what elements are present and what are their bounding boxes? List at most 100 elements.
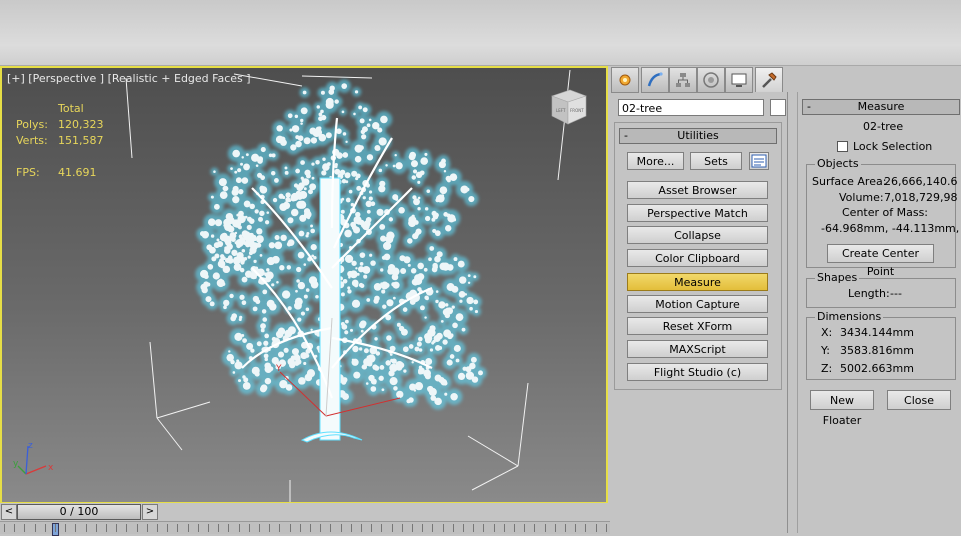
tree-model[interactable]: [195, 79, 487, 443]
surface-area-label: Surface Area:: [812, 175, 887, 188]
dimension-x-label: X:: [821, 326, 833, 339]
track-bar-tick: [443, 524, 444, 532]
utility-button-asset-browser[interactable]: Asset Browser: [627, 181, 768, 199]
track-bar-tick: [330, 524, 331, 532]
command-panel-tabs: [611, 66, 791, 93]
viewcube-icon[interactable]: LEFT FRONT: [548, 84, 588, 126]
track-bar-tick: [269, 524, 270, 532]
length-value: ---: [890, 287, 902, 300]
track-bar-tick: [473, 524, 474, 532]
track-bar-tick: [218, 524, 219, 532]
track-bar-tick: [310, 524, 311, 532]
sets-button[interactable]: Sets: [690, 152, 742, 170]
utilities-rollout-header[interactable]: - Utilities: [619, 128, 777, 144]
dimension-y-value: 3583.816mm: [840, 344, 914, 357]
utility-button-collapse[interactable]: Collapse: [627, 226, 768, 244]
create-center-point-button[interactable]: Create Center Point: [827, 244, 934, 278]
utility-button-perspective-match[interactable]: Perspective Match: [627, 204, 768, 222]
track-bar-tick: [585, 524, 586, 532]
new-floater-button[interactable]: New Floater: [810, 390, 874, 427]
configure-sets-icon: [751, 154, 767, 168]
stats-header: Total: [58, 102, 84, 115]
modify-icon: [647, 72, 663, 87]
panel-divider: [787, 92, 788, 533]
utility-button-flight-studio-c[interactable]: Flight Studio (c): [627, 363, 768, 381]
fps-label: FPS:: [16, 166, 40, 179]
measure-title: Measure: [857, 100, 905, 113]
center-of-mass-value: -64.968mm, -44.113mm,: [821, 222, 960, 235]
configure-button-sets[interactable]: [749, 152, 769, 170]
utilities-title: Utilities: [677, 129, 719, 142]
motion-icon: [703, 72, 719, 88]
close-button[interactable]: Close: [887, 390, 951, 410]
hierarchy-tab[interactable]: [669, 67, 697, 93]
utility-button-maxscript[interactable]: MAXScript: [627, 340, 768, 358]
main-toolbar-area: [0, 0, 961, 66]
utilities-collapse-toggle[interactable]: -: [624, 129, 628, 143]
viewport-label-menu[interactable]: [+] [Perspective ] [Realistic + Edged Fa…: [7, 72, 251, 85]
track-bar-tick: [341, 524, 342, 532]
track-bar-tick: [126, 524, 127, 532]
track-bar-tick: [14, 524, 15, 532]
measure-rollout-header[interactable]: - Measure: [802, 99, 960, 115]
track-bar-tick: [290, 524, 291, 532]
axis-tripod-icon: x y z: [13, 441, 54, 475]
track-bar-tick: [45, 524, 46, 532]
track-bar-tick: [147, 524, 148, 532]
modify-tab[interactable]: [641, 67, 669, 93]
object-name-field[interactable]: 02-tree: [618, 99, 764, 116]
track-bar-tick: [463, 524, 464, 532]
length-label: Length:: [848, 287, 890, 300]
track-bar-tick: [555, 524, 556, 532]
viewcube-left-face: LEFT: [556, 108, 566, 113]
svg-text:Y: Y: [275, 364, 282, 374]
track-bar[interactable]: [0, 521, 610, 536]
track-bar-tick: [55, 524, 56, 532]
track-bar-tick: [35, 524, 36, 532]
utility-button-measure[interactable]: Measure: [627, 273, 768, 291]
lock-selection-label: Lock Selection: [853, 140, 933, 153]
track-bar-tick: [422, 524, 423, 532]
track-bar-tick: [351, 524, 352, 532]
track-bar-tick: [157, 524, 158, 532]
prev-frame-button[interactable]: <: [1, 504, 17, 520]
dimension-z-label: Z:: [821, 362, 833, 375]
objects-group-title: Objects: [815, 157, 861, 170]
track-bar-tick: [545, 524, 546, 532]
track-bar-tick: [96, 524, 97, 532]
utility-button-motion-capture[interactable]: Motion Capture: [627, 295, 768, 313]
object-color-swatch[interactable]: [770, 99, 786, 116]
motion-tab[interactable]: [697, 67, 725, 93]
measured-object-name: 02-tree: [863, 120, 904, 133]
utility-button-color-clipboard[interactable]: Color Clipboard: [627, 249, 768, 267]
viewport-statistics: Total Polys: 120,323 Verts: 151,587 FPS: 41…: [16, 102, 104, 182]
track-bar-tick: [575, 524, 576, 532]
shapes-group-title: Shapes: [815, 271, 860, 284]
polys-label: Polys:: [16, 118, 48, 131]
more-button[interactable]: More...: [627, 152, 684, 170]
time-slider[interactable]: 0 / 100: [17, 504, 141, 520]
next-frame-button[interactable]: >: [142, 504, 158, 520]
dimension-y-label: Y:: [821, 344, 830, 357]
create-tab[interactable]: [611, 67, 639, 93]
utility-button-reset-xform[interactable]: Reset XForm: [627, 317, 768, 335]
track-bar-tick: [259, 524, 260, 532]
track-bar-tick: [300, 524, 301, 532]
volume-label: Volume:: [839, 191, 884, 204]
display-tab[interactable]: [725, 67, 753, 93]
track-bar-tick: [167, 524, 168, 532]
track-bar-tick: [228, 524, 229, 532]
axis-z-label: z: [28, 441, 33, 451]
track-bar-tick: [4, 524, 5, 532]
utilities-tab[interactable]: [755, 67, 783, 92]
track-bar-tick: [86, 524, 87, 532]
dimension-x-value: 3434.144mm: [840, 326, 914, 339]
viewcube-front-face: FRONT: [570, 108, 584, 113]
surface-area-value: 26,666,140.6: [884, 175, 958, 188]
measure-collapse-toggle[interactable]: -: [807, 100, 811, 114]
track-bar-tick: [65, 524, 66, 532]
lock-selection-checkbox[interactable]: [837, 141, 848, 152]
perspective-viewport[interactable]: Y [+] [Perspective ] [Realistic + Edged …: [0, 66, 608, 504]
panel-divider-inner: [797, 92, 798, 533]
track-bar-tick: [392, 524, 393, 532]
